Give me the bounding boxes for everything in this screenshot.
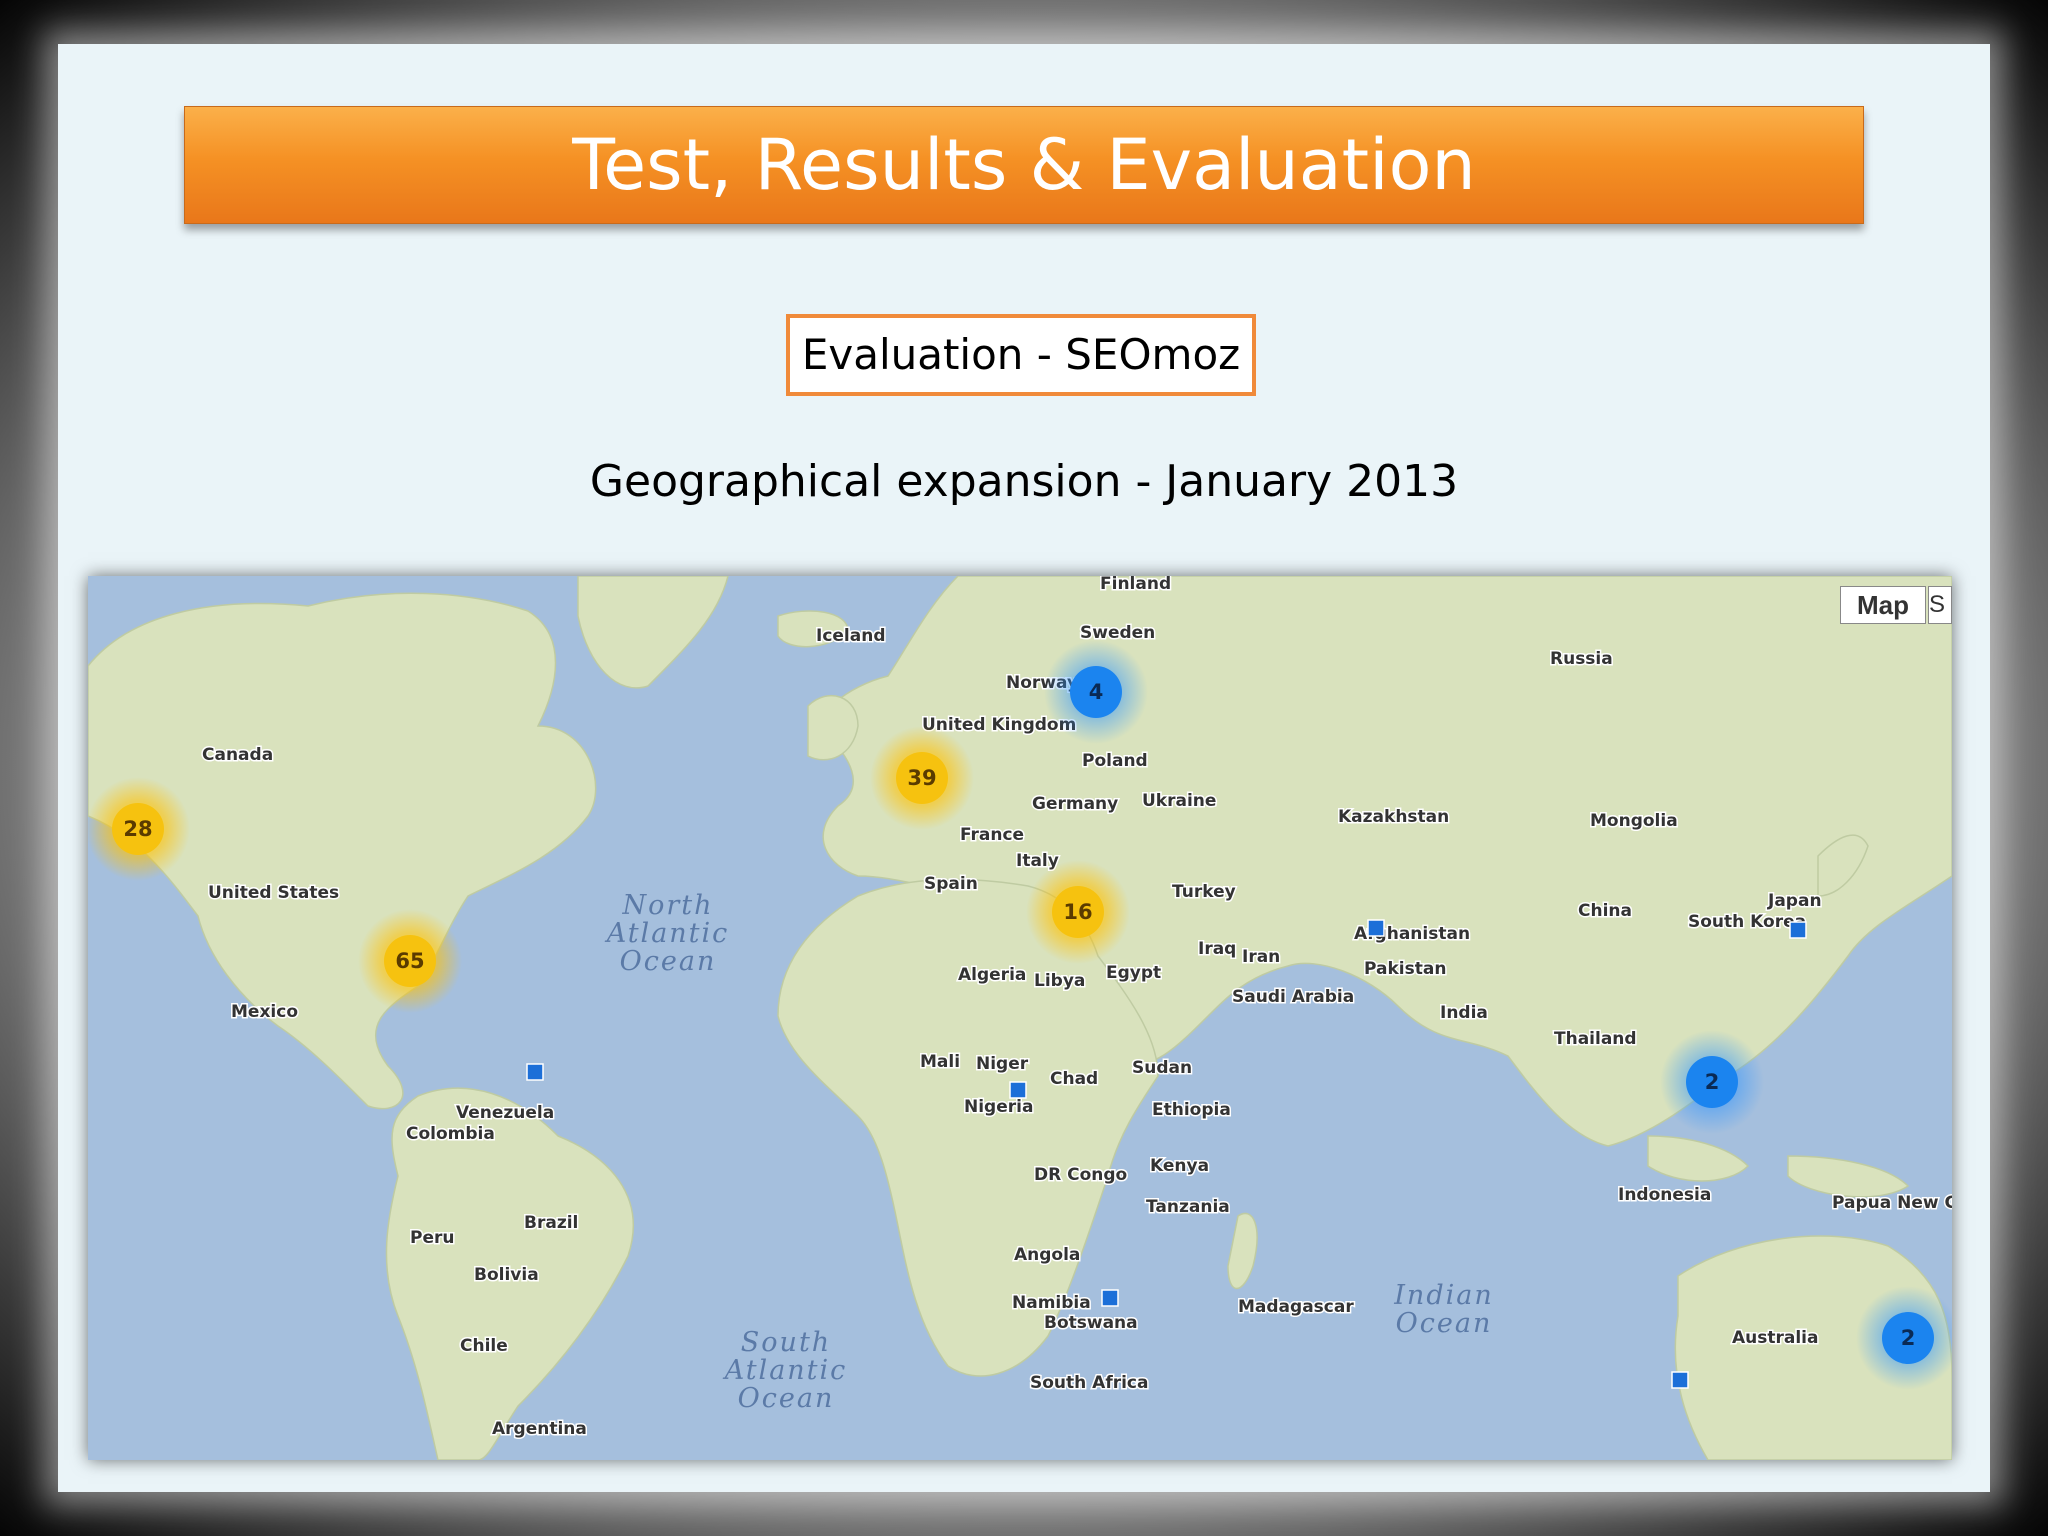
country-label-mali: Mali (920, 1052, 960, 1072)
country-label-france: France (960, 825, 1024, 845)
country-label-indonesia: Indonesia (1618, 1185, 1711, 1205)
country-label-pakistan: Pakistan (1364, 959, 1446, 979)
map-canvas[interactable]: FinlandSwedenIcelandNorwayRussiaUnited K… (88, 576, 1952, 1460)
country-label-germany: Germany (1032, 794, 1118, 814)
cluster-marker[interactable]: 2 (1660, 1030, 1764, 1134)
single-marker[interactable] (1009, 1081, 1027, 1099)
country-label-chad: Chad (1050, 1069, 1098, 1089)
country-label-mongolia: Mongolia (1590, 811, 1678, 831)
country-label-niger: Niger (976, 1054, 1029, 1074)
cluster-marker[interactable]: 16 (1026, 860, 1130, 964)
country-label-papua-new-guinea: Papua New Guinea (1832, 1193, 1952, 1213)
country-label-iraq: Iraq (1198, 939, 1236, 959)
country-label-finland: Finland (1100, 576, 1171, 594)
country-label-peru: Peru (410, 1228, 454, 1248)
country-label-colombia: Colombia (406, 1124, 495, 1144)
country-label-argentina: Argentina (492, 1419, 587, 1439)
country-label-angola: Angola (1014, 1245, 1080, 1265)
cluster-count: 16 (1063, 900, 1092, 924)
cluster-count: 4 (1089, 680, 1104, 704)
country-label-sudan: Sudan (1132, 1058, 1192, 1078)
ocean-label-word: Atlantic (604, 918, 730, 949)
slide-title: Test, Results & Evaluation (184, 106, 1864, 224)
country-label-kenya: Kenya (1150, 1156, 1209, 1176)
country-label-thailand: Thailand (1554, 1029, 1637, 1049)
map-type-button[interactable]: Map (1840, 586, 1926, 624)
single-marker[interactable] (526, 1063, 544, 1081)
country-label-mexico: Mexico (231, 1002, 298, 1022)
country-label-ukraine: Ukraine (1142, 791, 1216, 811)
cluster-marker[interactable]: 65 (358, 909, 462, 1013)
cluster-marker[interactable]: 28 (88, 777, 190, 881)
country-label-kazakhstan: Kazakhstan (1338, 807, 1449, 827)
country-label-venezuela: Venezuela (456, 1103, 554, 1123)
slide: Test, Results & Evaluation Evaluation - … (58, 44, 1990, 1492)
ocean-label-word: Atlantic (722, 1355, 848, 1386)
satellite-type-button[interactable]: S (1928, 586, 1952, 624)
country-label-russia: Russia (1550, 649, 1613, 669)
single-marker[interactable] (1671, 1371, 1689, 1389)
cluster-count: 65 (395, 949, 424, 973)
country-label-iran: Iran (1242, 947, 1280, 967)
country-label-namibia: Namibia (1012, 1293, 1091, 1313)
country-label-turkey: Turkey (1172, 882, 1236, 902)
cluster-marker[interactable]: 4 (1044, 640, 1148, 744)
country-label-poland: Poland (1082, 751, 1148, 771)
world-map[interactable]: Finland Sweden Iceland Norway Russia United K… (88, 576, 1952, 1460)
country-label-saudi-arabia: Saudi Arabia (1232, 987, 1354, 1007)
country-label-japan: Japan (1767, 891, 1822, 911)
country-label-spain: Spain (924, 874, 978, 894)
country-label-south-africa: South Africa (1030, 1373, 1149, 1393)
single-marker[interactable] (1367, 919, 1385, 937)
ocean-label-word: Ocean (738, 1383, 835, 1414)
cluster-count: 28 (123, 817, 152, 841)
cluster-count: 2 (1705, 1070, 1720, 1094)
cluster-count: 39 (907, 766, 936, 790)
ocean-label-word: Ocean (1396, 1308, 1493, 1339)
ocean-label-word: South (741, 1327, 831, 1358)
country-label-south-korea: South Korea (1688, 912, 1806, 932)
country-label-libya: Libya (1034, 971, 1085, 991)
country-label-tanzania: Tanzania (1146, 1197, 1230, 1217)
country-label-australia: Australia (1732, 1328, 1819, 1348)
country-label-brazil: Brazil (524, 1213, 578, 1233)
slide-caption: Geographical expansion - January 2013 (589, 456, 1459, 507)
single-marker[interactable] (1101, 1289, 1119, 1307)
country-label-united-states: United States (208, 883, 339, 903)
cluster-marker[interactable]: 39 (870, 726, 974, 830)
ocean-label-word: Ocean (620, 946, 717, 977)
country-label-chile: Chile (460, 1336, 508, 1356)
country-label-canada: Canada (202, 745, 273, 765)
country-label-china: China (1578, 901, 1632, 921)
country-label-ethiopia: Ethiopia (1152, 1100, 1231, 1120)
ocean-label-word: Indian (1393, 1280, 1493, 1311)
country-label-botswana: Botswana (1044, 1313, 1138, 1333)
country-label-nigeria: Nigeria (964, 1097, 1033, 1117)
country-label-dr-congo: DR Congo (1034, 1165, 1127, 1185)
single-marker[interactable] (1789, 921, 1807, 939)
country-label-madagascar: Madagascar (1238, 1297, 1354, 1317)
country-label-sweden: Sweden (1080, 623, 1155, 643)
country-label-egypt: Egypt (1106, 963, 1161, 983)
country-label-algeria: Algeria (958, 965, 1026, 985)
slide-subtitle: Evaluation - SEOmoz (786, 314, 1256, 396)
country-label-bolivia: Bolivia (474, 1265, 539, 1285)
country-label-india: India (1440, 1003, 1488, 1023)
country-label-iceland: Iceland (816, 626, 886, 646)
ocean-label-word: North (621, 890, 713, 921)
cluster-count: 2 (1901, 1326, 1916, 1350)
